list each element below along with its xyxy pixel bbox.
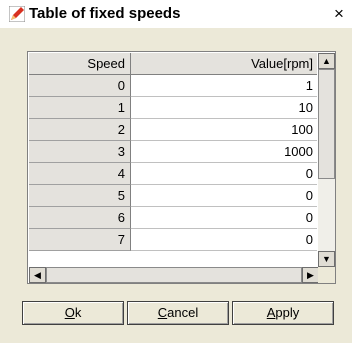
apply-button[interactable]: Apply <box>232 301 334 325</box>
arrow-right-icon: ▶ <box>307 270 314 280</box>
fixed-speeds-dialog: Table of fixed speeds × Speed Value[rpm]… <box>0 0 352 343</box>
table-header-row: Speed Value[rpm] <box>29 53 317 75</box>
speed-table: Speed Value[rpm] 0 1 1 10 2 100 3 1000 4… <box>27 51 336 284</box>
table-row: 0 1 <box>29 75 317 97</box>
table-row: 7 0 <box>29 229 317 251</box>
speed-cell: 2 <box>29 119 131 141</box>
speed-cell: 3 <box>29 141 131 163</box>
ok-button[interactable]: Ok <box>22 301 124 325</box>
value-cell[interactable]: 1000 <box>131 141 317 163</box>
cancel-button[interactable]: Cancel <box>127 301 229 325</box>
horizontal-scroll-thumb[interactable] <box>46 267 302 283</box>
value-cell[interactable]: 1 <box>131 75 317 97</box>
speed-cell: 5 <box>29 185 131 207</box>
scroll-left-button[interactable]: ◀ <box>29 267 46 283</box>
speed-cell: 6 <box>29 207 131 229</box>
scrollbar-corner <box>318 267 335 283</box>
table-grid: Speed Value[rpm] 0 1 1 10 2 100 3 1000 4… <box>29 53 317 266</box>
speed-cell: 1 <box>29 97 131 119</box>
scroll-right-button[interactable]: ▶ <box>302 267 319 283</box>
table-row: 1 10 <box>29 97 317 119</box>
close-button[interactable]: × <box>331 5 347 23</box>
speed-cell: 4 <box>29 163 131 185</box>
ok-label: k <box>74 305 82 320</box>
column-header-speed[interactable]: Speed <box>29 53 131 75</box>
table-row: 4 0 <box>29 163 317 185</box>
cancel-mnemonic: C <box>157 305 168 320</box>
app-pencil-icon <box>9 6 25 22</box>
cancel-label: ancel <box>167 305 199 320</box>
table-row: 2 100 <box>29 119 317 141</box>
arrow-up-icon: ▲ <box>322 56 331 66</box>
vertical-scrollbar[interactable]: ▲ ▼ <box>318 53 335 267</box>
title-bar: Table of fixed speeds × <box>0 0 352 28</box>
value-cell[interactable]: 0 <box>131 229 317 251</box>
horizontal-scrollbar[interactable]: ◀ ▶ <box>29 267 319 283</box>
scroll-up-button[interactable]: ▲ <box>318 53 335 69</box>
scroll-down-button[interactable]: ▼ <box>318 251 335 267</box>
value-cell[interactable]: 10 <box>131 97 317 119</box>
ok-mnemonic: O <box>64 305 75 320</box>
arrow-left-icon: ◀ <box>34 270 41 280</box>
value-cell[interactable]: 0 <box>131 163 317 185</box>
table-row: 5 0 <box>29 185 317 207</box>
value-cell[interactable]: 0 <box>131 207 317 229</box>
arrow-down-icon: ▼ <box>322 254 331 264</box>
vertical-scroll-thumb[interactable] <box>318 69 335 179</box>
table-row: 6 0 <box>29 207 317 229</box>
table-row: 3 1000 <box>29 141 317 163</box>
column-header-value[interactable]: Value[rpm] <box>131 53 317 75</box>
speed-cell: 0 <box>29 75 131 97</box>
window-title: Table of fixed speeds <box>29 5 181 22</box>
apply-label: pply <box>275 305 300 320</box>
value-cell[interactable]: 0 <box>131 185 317 207</box>
speed-cell: 7 <box>29 229 131 251</box>
value-cell[interactable]: 100 <box>131 119 317 141</box>
